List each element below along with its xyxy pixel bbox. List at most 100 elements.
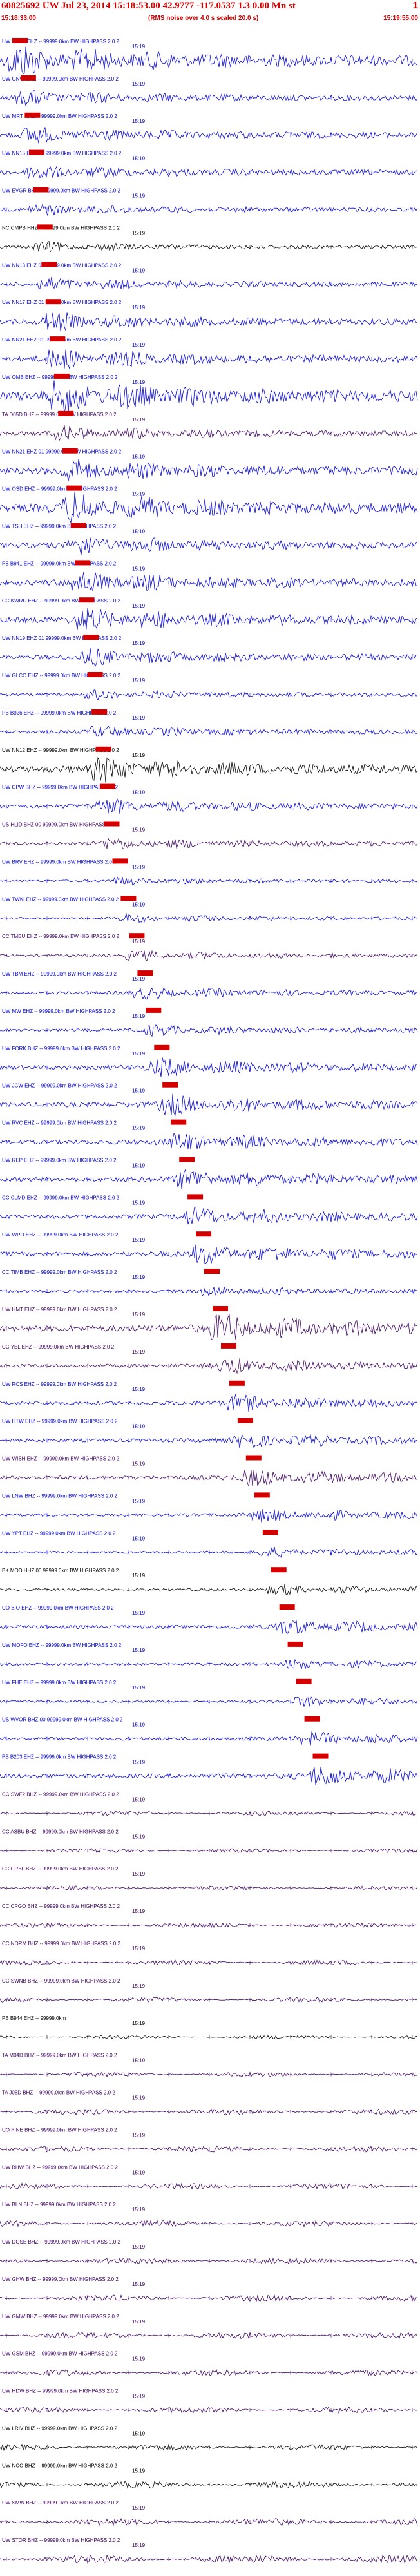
arrival-pick [245, 1455, 262, 1461]
arrival-pick [70, 523, 86, 528]
arrival-pick [91, 709, 108, 715]
trace-label: PB B203 EHZ -- 99999.0km BW HIGHPASS 2.0… [2, 1754, 117, 1760]
arrival-pick [20, 75, 36, 81]
time-label: 15:19 [132, 193, 146, 199]
time-label: 15:19 [132, 81, 146, 87]
time-label: 15:19 [132, 529, 146, 535]
waveform-trace [0, 1620, 418, 1635]
arrival-pick [79, 597, 95, 603]
time-label: 15:19 [132, 2356, 146, 2362]
time-label: 15:19 [132, 864, 146, 870]
trace-label: CC CRBL BHZ -- 99999.0km BW HIGHPASS 2.0… [2, 1866, 119, 1872]
waveform-trace [0, 2071, 418, 2078]
trace-label: CC TMBU EHZ -- 99999.0km BW HIGHPASS 2.0… [2, 934, 120, 939]
arrival-pick [12, 38, 28, 43]
trace-label: UW RVC EHZ -- 99999.0km BW HIGHPASS 2.0 … [2, 1120, 117, 1126]
trace-label: UW YPT EHZ -- 99999.0km BW HIGHPASS 2.0 … [2, 1530, 116, 1536]
waveform-trace [0, 2182, 418, 2190]
trace-label: UW BLN BHZ -- 99999.0km BW HIGHPASS 2.0 … [2, 2202, 116, 2207]
trace-label: UW NN19 EHZ 01 99999.0km BW HIGHPASS 2.0… [2, 635, 122, 641]
time-label: 15:19 [132, 2542, 146, 2548]
time-label: 15:19 [132, 2282, 146, 2287]
time-label: 15:19 [132, 1797, 146, 1803]
time-label: 15:19 [132, 2319, 146, 2325]
waveform-trace [0, 1811, 418, 1816]
time-label: 15:19 [132, 1387, 146, 1392]
arrival-pick [137, 970, 153, 976]
waveform-trace [0, 1057, 418, 1077]
trace-label: UW GNW BHZ -- 99999.0km BW HIGHPASS 2.0 … [2, 76, 119, 82]
waveform-trace [0, 876, 418, 886]
trace-label: UW GSM BHZ -- 99999.0km BW HIGHPASS 2.0 … [2, 2351, 118, 2357]
page-number: 1 [412, 0, 418, 11]
waveform-trace [0, 46, 418, 75]
time-label: 15:19 [132, 2058, 146, 2064]
waveform-trace [0, 798, 418, 814]
trace-label: UO BIO EHZ -- 99999.0km BW HIGHPASS 2.0 … [2, 1605, 114, 1611]
waveform-trace [0, 2406, 418, 2414]
trace-label: UO PINE BHZ -- 99999.0km BW HIGHPASS 2.0… [2, 2127, 117, 2133]
arrival-pick [221, 1343, 236, 1349]
time-label: 15:19 [132, 454, 146, 460]
trace-label: UW WPO EHZ -- 99999.0km BW HIGHPASS 2.0 … [2, 1232, 119, 1238]
waveform-trace [0, 1434, 418, 1448]
arrival-pick [254, 1492, 270, 1498]
waveform-trace [0, 240, 418, 253]
arrival-pick [83, 635, 99, 640]
trace-label: TA J05D BHZ -- 99999.0km BW HIGHPASS 2.0… [2, 2090, 115, 2096]
time-label: 15:19 [132, 44, 146, 50]
waveform-trace [0, 90, 418, 107]
arrival-pick [171, 1119, 187, 1125]
arrival-pick [187, 1194, 204, 1200]
arrival-pick [87, 672, 103, 677]
waveform-trace [0, 1959, 418, 1966]
time-label: 15:19 [132, 1983, 146, 1989]
waveform-trace [0, 1394, 418, 1412]
waveform-trace [0, 912, 418, 923]
trace-label: UW NN21 EHZ 01 99999.0km BW HIGHPASS 2.0… [2, 449, 122, 455]
waveform-trace [0, 312, 418, 331]
trace-label: PB B941 EHZ -- 99999.0km BW HIGHPASS 2.0… [2, 561, 117, 566]
arrival-pick [41, 262, 57, 267]
time-label: 15:19 [132, 230, 146, 236]
trace-label: UW LRIV BHZ -- 99999.0km BW HIGHPASS 2.0… [2, 2426, 118, 2432]
trace-label: TA M04D BHZ -- 99999.0km BW HIGHPASS 2.0… [2, 2053, 117, 2059]
time-label: 15:19 [132, 156, 146, 162]
arrival-pick [112, 858, 128, 864]
trace-label: UW TWKI EHZ -- 99999.0km BW HIGHPASS 2.0… [2, 896, 119, 902]
time-label: 15:19 [132, 2468, 146, 2474]
waveform-trace [0, 1731, 418, 1746]
waveform-trace [0, 492, 418, 524]
waveform-trace [0, 537, 418, 556]
trace-label: CC SWF2 BHZ -- 99999.0km BW HIGHPASS 2.0… [2, 1792, 119, 1798]
time-label: 15:19 [132, 1200, 146, 1206]
arrival-pick [45, 299, 61, 305]
time-label: 15:19 [132, 2207, 146, 2213]
arrival-pick [312, 1753, 329, 1759]
waveform-trace [0, 204, 418, 216]
waveform-trace [0, 2480, 418, 2489]
arrival-pick [279, 1604, 295, 1610]
arrival-pick [66, 485, 82, 491]
time-label: 15:19 [132, 753, 146, 758]
trace-label: UW MW EHZ -- 99999.0km BW HIGHPASS 2.0 2 [2, 1008, 115, 1014]
trace-group: UW JCRV EHZ -- 99999.0km BW HIGHPASS 2.0… [0, 38, 418, 2564]
time-label: 15:19 [132, 2169, 146, 2175]
trace-label: UW BHW BHZ -- 99999.0km BW HIGHPASS 2.0 … [2, 2164, 118, 2170]
time-label: 15:19 [132, 342, 146, 348]
waveform-trace [0, 1658, 418, 1669]
trace-label: UW NN15 EHZ 01 99999.0km BW HIGHPASS 2.0… [2, 151, 122, 157]
waveform-trace [0, 2219, 418, 2228]
waveform-trace [0, 1358, 418, 1374]
waveform-trace [0, 380, 418, 414]
waveform-trace [0, 2443, 418, 2452]
arrival-pick [237, 1418, 253, 1423]
time-label: 15:19 [132, 1163, 146, 1169]
time-label: 15:19 [132, 1312, 146, 1318]
waveform-trace [0, 1508, 418, 1523]
arrival-pick [146, 1007, 162, 1013]
trace-label: CC SWNB BHZ -- 99999.0km BW HIGHPASS 2.0… [2, 1978, 120, 1984]
waveform-trace [0, 950, 418, 961]
time-label: 15:19 [132, 2505, 146, 2511]
time-label: 15:19 [132, 1610, 146, 1616]
